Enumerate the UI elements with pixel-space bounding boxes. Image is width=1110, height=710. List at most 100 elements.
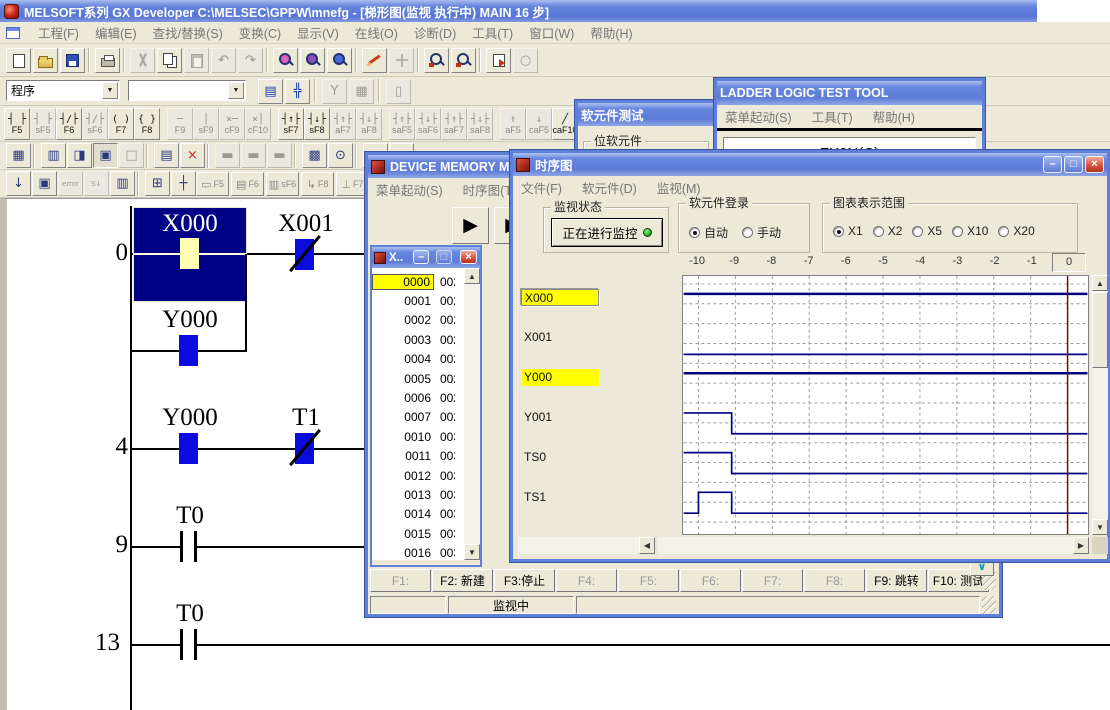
contact-y000[interactable] [179,433,198,464]
signal-label-TS0[interactable]: TS0 [521,449,599,466]
maximize-button[interactable]: □ [1064,156,1083,173]
main-menu-4[interactable]: 显示(V) [289,21,347,44]
ladder-block-convert-icon[interactable]: ↓ [6,171,31,196]
main-menu-6[interactable]: 诊断(D) [406,21,464,44]
chart-scrollbar-track[interactable] [658,537,1089,554]
range-X10-radio[interactable]: X10 [952,224,988,238]
signal-label-Y001[interactable]: Y001 [521,409,599,426]
range-X1-radio[interactable]: X1 [833,224,863,238]
array-grid-icon[interactable]: ⊞ [145,171,170,196]
scrollbar-track[interactable] [464,284,480,544]
main-menu-2[interactable]: 查找/替换(S) [145,21,231,44]
signal-label-Y000[interactable]: Y000 [521,369,599,386]
open-contact-bar[interactable] [180,531,183,562]
main-menu-0[interactable]: 工程(F) [30,21,87,44]
main-title-bar[interactable]: MELSOFT系列 GX Developer C:\MELSEC\GPPW\mn… [0,0,1110,22]
timing-menu-0[interactable]: 文件(F) [521,178,562,197]
device-list-row[interactable]: 0006002 [372,388,464,407]
draw-F6-button[interactable]: ▤F6 [231,172,264,196]
close-button[interactable]: × [1085,156,1104,173]
device-list[interactable]: ▲ ▼ 000000200010020002002000300200040020… [372,268,480,560]
net-cross-reference-icon[interactable]: ╬ [285,79,310,104]
device-list-row[interactable]: 0010003 [372,427,464,446]
device-comment-edit-icon[interactable] [362,48,387,73]
fkey-F7-button[interactable]: ( )F7 [108,108,134,140]
find-device-icon[interactable] [273,48,298,73]
monitor-mode-icon[interactable]: ▣ [93,143,118,168]
device-list-row[interactable]: 0004002 [372,350,464,369]
testtool-menu-0[interactable]: 菜单起动(S) [725,107,792,126]
project-transfer-icon[interactable] [486,48,511,73]
ladder-cursor-cell[interactable]: X000 [133,207,247,302]
range-X20-radio[interactable]: X20 [998,224,1034,238]
timing-menu-1[interactable]: 软元件(D) [582,178,637,197]
close-button[interactable]: × [460,250,477,264]
testtool-menu-1[interactable]: 工具(T) [812,107,853,126]
combo-dropdown-icon[interactable]: ▼ [228,82,244,99]
comment-view-icon[interactable]: ◨ [67,143,92,168]
dm-fkey-2-button[interactable]: F2: 新建 [432,569,493,592]
maximize-button[interactable]: □ [436,250,452,264]
scrollbar-thumb[interactable] [1092,292,1108,368]
monitor-start-button[interactable]: ▶ [452,207,489,244]
device-search-combo[interactable]: ▼ [128,80,246,101]
mdi-child-icon[interactable] [6,27,20,39]
draw-sF6-button[interactable]: ▥sF6 [266,172,299,196]
contact-x000[interactable] [180,238,199,269]
all-program-convert-icon[interactable]: ▣ [32,171,57,196]
save-project-icon[interactable] [60,48,85,73]
register-手动-radio[interactable]: 手动 [742,224,781,241]
dm-menu-1[interactable]: 时序图(T) [463,180,516,199]
main-menu-3[interactable]: 变换(C) [231,21,289,44]
new-file-icon[interactable] [6,48,31,73]
range-X2-radio[interactable]: X2 [873,224,903,238]
scroll-down-icon[interactable]: ▼ [1092,519,1108,535]
signal-label-TS1[interactable]: TS1 [521,489,599,506]
open-contact-bar[interactable] [194,629,197,660]
fkey-sF8-button[interactable]: ┤↓├sF8 [304,108,330,140]
device-list-row[interactable]: 0000002 [372,272,464,291]
open-project-icon[interactable] [33,48,58,73]
wire-branch-icon[interactable]: ┼ [171,171,196,196]
device-list-row[interactable]: 0016003 [372,544,464,560]
zoom-out-icon[interactable] [451,48,476,73]
timing-title-bar[interactable]: 时序图 – □ × [513,153,1107,176]
scroll-down-icon[interactable]: ▼ [464,544,480,560]
device-list-row[interactable]: 0014003 [372,505,464,524]
scroll-right-icon[interactable]: ▶ [1073,537,1089,554]
main-menu-8[interactable]: 窗口(W) [521,21,582,44]
signal-label-X001[interactable]: X001 [521,329,599,346]
draw-F5-button[interactable]: ▭F5 [196,172,229,196]
device-list-row[interactable]: 0001002 [372,291,464,310]
monitor-stop-icon[interactable]: × [180,143,205,168]
find-instruction-icon[interactable] [300,48,325,73]
comment-display-icon[interactable]: ▤ [258,79,283,104]
block-split-icon[interactable]: ▥ [110,171,135,196]
range-X5-radio[interactable]: X5 [912,224,942,238]
instruction-list-view-icon[interactable]: ▥ [41,143,66,168]
label-scrollbar-track[interactable] [518,537,655,554]
program-type-combo[interactable]: 程序 ▼ [6,80,120,101]
timing-menu-2[interactable]: 监视(M) [657,178,701,197]
main-menu-1[interactable]: 编辑(E) [87,21,145,44]
main-menu-9[interactable]: 帮助(H) [582,21,640,44]
test-tool-title-bar[interactable]: LADDER LOGIC TEST TOOL [717,81,982,105]
scroll-up-icon[interactable]: ▲ [464,268,480,284]
dm-menu-0[interactable]: 菜单起动(S) [376,180,443,199]
monitor-status-button[interactable]: 正在进行监控 [551,218,663,247]
dm-fkey-3-button[interactable]: F3:停止 [494,569,555,592]
scroll-left-icon[interactable]: ◀ [639,537,655,554]
resize-grip[interactable] [982,596,996,614]
find-string-icon[interactable] [327,48,352,73]
device-list-row[interactable]: 0013003 [372,485,464,504]
print-icon[interactable] [95,48,120,73]
device-memory-icon[interactable]: ▩ [302,143,327,168]
device-list-row[interactable]: 0012003 [372,466,464,485]
fkey-F8-button[interactable]: { }F8 [134,108,160,140]
device-test-title-bar[interactable]: 软元件测试 [578,103,713,126]
copy-icon[interactable] [157,48,182,73]
sampling-trace-icon[interactable]: ⊙ [328,143,353,168]
fkey-F6-button[interactable]: ┤/├F6 [56,108,82,140]
minimize-button[interactable]: – [1043,156,1062,173]
fkey-sF7-button[interactable]: ┤↑├sF7 [278,108,304,140]
